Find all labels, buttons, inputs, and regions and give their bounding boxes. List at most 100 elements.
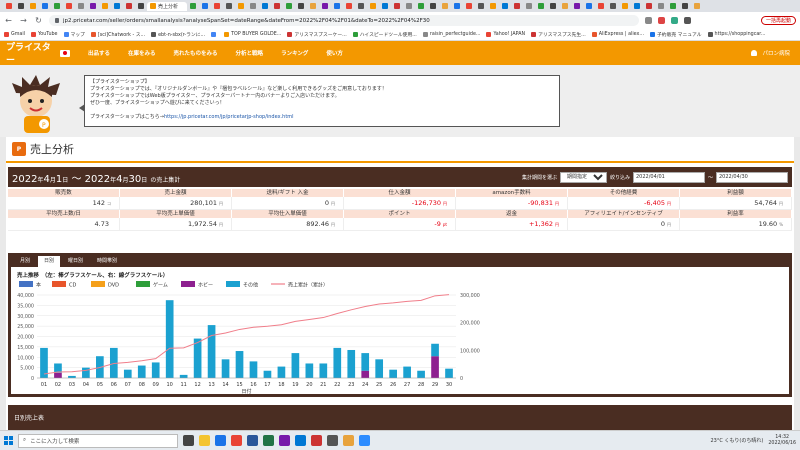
bookmark-item[interactable]: AliExpress | aliex... <box>591 32 644 37</box>
date-from-input[interactable]: 2022/04/01 <box>632 171 705 183</box>
edge-icon[interactable] <box>215 435 226 446</box>
browser-tab[interactable] <box>379 2 391 11</box>
browser-tab[interactable] <box>187 2 199 11</box>
bookmark-item[interactable]: TOP BUYER GOLDE... <box>224 32 281 37</box>
browser-tab[interactable] <box>427 2 439 11</box>
bookmark-item[interactable]: raisin_perfectguide... <box>422 32 480 37</box>
word-icon[interactable] <box>247 435 258 446</box>
browser-tab[interactable] <box>295 2 307 11</box>
browser-tab[interactable] <box>547 2 559 11</box>
browser-tab[interactable] <box>331 2 343 11</box>
taskbar-search[interactable]: ⌕ ここに入力して検索 <box>18 433 178 448</box>
browser-tab[interactable] <box>27 2 39 11</box>
browser-tab[interactable] <box>439 2 451 11</box>
browser-tab[interactable] <box>271 2 283 11</box>
browser-tab[interactable] <box>39 2 51 11</box>
extension-icon[interactable] <box>645 17 652 24</box>
browser-tab[interactable] <box>583 2 595 11</box>
chrome-icon[interactable] <box>231 435 242 446</box>
browser-tab[interactable] <box>211 2 223 11</box>
browser-tab[interactable] <box>607 2 619 11</box>
app-icon[interactable] <box>279 435 290 446</box>
browser-tab[interactable] <box>223 2 235 11</box>
update-button[interactable]: 一括再起動 <box>760 16 796 25</box>
browser-tab[interactable] <box>487 2 499 11</box>
browser-tab[interactable] <box>631 2 643 11</box>
nav-item[interactable]: ランキング <box>281 49 308 57</box>
browser-tab[interactable] <box>655 2 667 11</box>
filter-button[interactable]: 絞り込み <box>610 174 630 181</box>
view-tab[interactable]: 月別 <box>14 256 36 267</box>
app-icon[interactable] <box>327 435 338 446</box>
nav-item[interactable]: 売れたものをみる <box>174 49 218 57</box>
mail-icon[interactable] <box>295 435 306 446</box>
bookmark-item[interactable]: [sci]Chatwork - ス... <box>90 31 145 38</box>
browser-tab[interactable] <box>15 2 27 11</box>
browser-tab[interactable] <box>247 2 259 11</box>
bookmark-item[interactable] <box>211 32 218 37</box>
browser-tab[interactable] <box>51 2 63 11</box>
browser-tab[interactable] <box>319 2 331 11</box>
shop-link[interactable]: https://jp.pricetar.com/jp/pricetarjp-sh… <box>164 114 294 120</box>
app-icon[interactable] <box>359 435 370 446</box>
explorer-icon[interactable] <box>199 435 210 446</box>
app-icon[interactable] <box>343 435 354 446</box>
browser-tab[interactable] <box>559 2 571 11</box>
browser-tab[interactable] <box>391 2 403 11</box>
browser-tab[interactable] <box>87 2 99 11</box>
browser-tab-active[interactable]: 売上分析 <box>147 1 187 11</box>
bookmark-item[interactable]: マップ <box>63 31 85 38</box>
excel-icon[interactable] <box>263 435 274 446</box>
browser-tab[interactable] <box>511 2 523 11</box>
clock[interactable]: 14:32 2022/06/16 <box>768 435 796 447</box>
browser-tab[interactable] <box>63 2 75 11</box>
browser-tab[interactable] <box>499 2 511 11</box>
task-view-icon[interactable] <box>183 435 194 446</box>
nav-item[interactable]: 出品する <box>88 49 110 57</box>
view-tab[interactable]: 時間帯別 <box>91 256 123 267</box>
app-icon[interactable] <box>311 435 322 446</box>
address-bar[interactable]: jp2.pricetar.com/seller/orders/smallanal… <box>49 15 639 26</box>
bookmark-item[interactable]: Yahoo! JAPAN <box>486 32 525 37</box>
browser-tab[interactable] <box>463 2 475 11</box>
browser-tab[interactable] <box>415 2 427 11</box>
browser-tab[interactable] <box>667 2 679 11</box>
site-logo[interactable]: プライスター <box>0 40 70 66</box>
date-to-input[interactable]: 2022/04/30 <box>716 171 788 183</box>
nav-item[interactable]: 分析と戦略 <box>236 49 264 57</box>
user-name[interactable]: パロン病院 <box>762 49 790 57</box>
browser-tab[interactable] <box>451 2 463 11</box>
browser-tab[interactable] <box>75 2 87 11</box>
browser-tab[interactable] <box>355 2 367 11</box>
browser-tab[interactable] <box>123 2 135 11</box>
browser-tab[interactable] <box>283 2 295 11</box>
nav-item[interactable]: 使い方 <box>326 49 343 57</box>
browser-tab[interactable] <box>475 2 487 11</box>
browser-tab[interactable] <box>403 2 415 11</box>
browser-tab[interactable] <box>111 2 123 11</box>
nav-item[interactable]: 在庫をみる <box>128 49 156 57</box>
browser-tab[interactable] <box>691 2 703 11</box>
view-tab[interactable]: 日別 <box>38 256 61 267</box>
browser-tab[interactable] <box>307 2 319 11</box>
browser-tab[interactable] <box>135 2 147 11</box>
bookmark-item[interactable]: https://shoppingcar... <box>707 32 765 37</box>
browser-tab[interactable] <box>523 2 535 11</box>
browser-tab[interactable] <box>343 2 355 11</box>
browser-tab[interactable] <box>643 2 655 11</box>
back-icon[interactable]: ← <box>4 16 13 25</box>
forward-icon[interactable]: → <box>19 16 28 25</box>
bookmark-item[interactable]: 子約販売 マニュアル <box>649 31 702 38</box>
period-select[interactable]: 期間指定 <box>559 171 607 183</box>
windows-start-icon[interactable] <box>4 436 13 445</box>
bookmark-item[interactable]: アリスマスプス先生... <box>531 31 586 38</box>
bookmark-item[interactable]: ハイスピードツール使用... <box>352 31 417 38</box>
browser-tab[interactable] <box>679 2 691 11</box>
browser-tab[interactable] <box>367 2 379 11</box>
browser-tab[interactable] <box>619 2 631 11</box>
bell-icon[interactable] <box>751 50 758 56</box>
browser-tab[interactable] <box>235 2 247 11</box>
browser-tab[interactable] <box>99 2 111 11</box>
extension-icon[interactable] <box>671 17 678 24</box>
browser-tab[interactable] <box>595 2 607 11</box>
